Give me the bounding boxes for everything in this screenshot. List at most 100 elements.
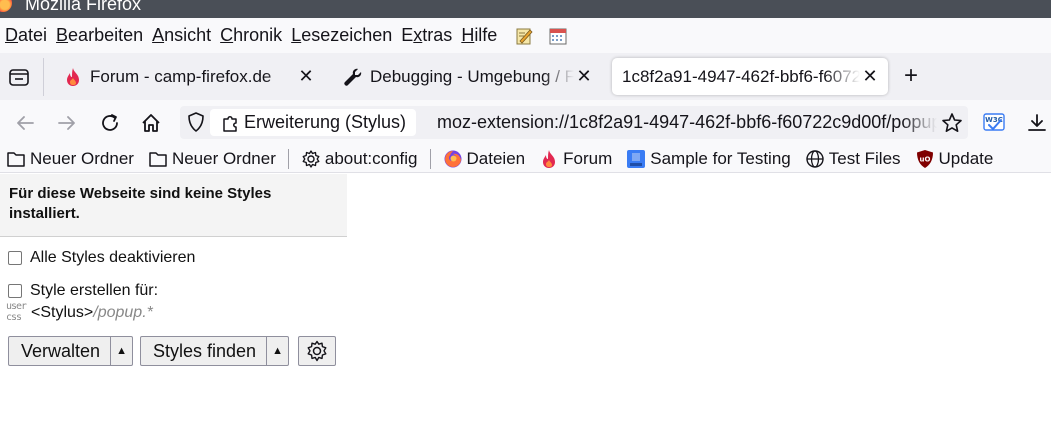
menu-accel: H <box>461 25 475 45</box>
menu-accel: C <box>220 25 234 45</box>
menu-bar: Datei Bearbeiten Ansicht Chronik Lesezei… <box>0 18 1051 53</box>
menu-bearbeiten[interactable]: Bearbeiten <box>56 25 143 46</box>
target-site: <Stylus> <box>31 304 94 321</box>
reload-icon <box>102 114 118 131</box>
shield-icon[interactable] <box>185 111 207 133</box>
bookmark-about-config[interactable]: about:config <box>301 149 418 169</box>
bookmark-sample-for-testing[interactable]: Sample for Testing <box>626 148 791 169</box>
firefox-logo-icon <box>0 0 12 12</box>
new-tab-button[interactable]: + <box>899 64 923 89</box>
tab-stylus-popup[interactable]: 1c8f2a91-4947-462f-bbf6-f60722c9d00 ✕ <box>612 58 888 95</box>
bookmark-label: Neuer Ordner <box>30 148 134 168</box>
bookmark-update[interactable]: uO Update <box>915 148 994 169</box>
menu-hilfe[interactable]: Hilfe <box>461 25 497 46</box>
calendar-icon[interactable] <box>547 25 569 47</box>
bookmark-label: Sample for Testing <box>650 148 791 168</box>
menu-label: tras <box>422 25 453 45</box>
bookmarks-bar: Neuer Ordner Neuer Ordner about:config D… <box>0 145 1051 173</box>
folder-icon <box>6 149 26 169</box>
menu-label: nsicht <box>164 25 212 45</box>
home-button[interactable] <box>139 111 163 135</box>
manage-menu-arrow-icon[interactable]: ▲ <box>110 337 132 365</box>
menu-label: hronik <box>233 25 283 45</box>
download-icon <box>1028 114 1046 131</box>
disable-all-checkbox[interactable] <box>8 251 22 265</box>
menu-label: E <box>401 25 414 45</box>
bookmark-label: Test Files <box>828 148 901 168</box>
tab-forum[interactable]: Forum - camp-firefox.de ✕ <box>54 58 324 95</box>
globe-icon <box>805 149 825 169</box>
menu-accel: L <box>291 25 302 45</box>
close-icon[interactable]: ✕ <box>860 66 880 87</box>
create-style-checkbox[interactable] <box>8 284 22 298</box>
window-title: Mozilla Firefox <box>25 0 142 14</box>
tab-label: Forum - camp-firefox.de <box>90 66 272 86</box>
bookmark-dateien[interactable]: Dateien <box>443 148 526 169</box>
identity-box[interactable]: Erweiterung (Stylus) <box>210 109 417 136</box>
menu-lesezeichen[interactable]: Lesezeichen <box>291 25 392 46</box>
menu-extras[interactable]: Extras <box>401 25 452 46</box>
no-styles-message: Für diese Webseite sind keine Styles ins… <box>0 174 347 237</box>
arrow-left-icon <box>17 116 34 130</box>
w3c-validator-button[interactable]: W3C <box>982 111 1006 135</box>
menu-label: esezeichen <box>301 25 393 45</box>
notepad-icon[interactable] <box>513 25 535 47</box>
identity-label: Erweiterung (Stylus) <box>244 112 407 132</box>
tab-separator <box>43 58 44 96</box>
w3c-icon: W3C <box>983 113 1005 131</box>
disable-all-label: Alle Styles deaktivieren <box>30 249 196 266</box>
bookmark-label: Forum <box>563 148 613 168</box>
menu-label: ilfe <box>474 25 498 45</box>
manage-button[interactable]: Verwalten <box>9 341 110 362</box>
ublock-icon: uO <box>915 149 935 169</box>
tab-list-icon[interactable] <box>6 66 32 88</box>
bookmark-neuer-ordner-2[interactable]: Neuer Ordner <box>148 149 276 169</box>
url-text[interactable]: moz-extension://1c8f2a91-4947-462f-bbf6-… <box>437 112 937 133</box>
style-target[interactable]: <Stylus>/popup.* <box>31 304 153 322</box>
disable-all-styles-option[interactable]: Alle Styles deaktivieren <box>8 249 195 267</box>
bookmark-label: about:config <box>324 148 418 168</box>
menu-accel: D <box>5 25 18 45</box>
menu-ansicht[interactable]: Ansicht <box>152 25 211 46</box>
window-titlebar: Mozilla Firefox <box>0 0 1051 18</box>
reload-button[interactable] <box>98 111 122 135</box>
document-icon <box>626 149 646 169</box>
options-button[interactable] <box>298 336 336 366</box>
flame-icon <box>62 66 84 88</box>
tab-label: Debugging - Umgebung / Firefox <box>370 66 574 86</box>
wrench-icon <box>342 66 364 88</box>
puzzle-icon <box>223 115 237 132</box>
firefox-icon <box>443 149 463 169</box>
forward-button[interactable] <box>55 111 79 135</box>
close-icon[interactable]: ✕ <box>296 66 316 87</box>
home-icon <box>142 114 160 132</box>
find-styles-button[interactable]: Styles finden <box>141 341 266 362</box>
bookmark-label: Dateien <box>466 148 526 168</box>
bookmark-label: Update <box>938 148 994 168</box>
downloads-button[interactable] <box>1025 111 1049 135</box>
menu-datei[interactable]: Datei <box>5 25 47 46</box>
menu-chronik[interactable]: Chronik <box>220 25 282 46</box>
tab-label: 1c8f2a91-4947-462f-bbf6-f60722c9d00 <box>622 66 860 86</box>
bookmark-separator <box>287 148 289 169</box>
bookmark-separator <box>429 148 431 169</box>
menu-label: earbeiten <box>68 25 144 45</box>
bookmark-forum[interactable]: Forum <box>539 149 612 169</box>
bookmark-test-files[interactable]: Test Files <box>805 149 901 169</box>
create-style-option[interactable]: Style erstellen für: <box>8 282 158 300</box>
url-bar[interactable]: Erweiterung (Stylus) moz-extension://1c8… <box>180 106 968 139</box>
bookmark-neuer-ordner-1[interactable]: Neuer Ordner <box>6 149 134 169</box>
menu-accel: B <box>56 25 69 45</box>
bookmark-star-icon[interactable] <box>940 111 964 135</box>
tab-bar: Forum - camp-firefox.de ✕ Debugging - Um… <box>0 53 1051 100</box>
target-path: /popup.* <box>93 304 153 321</box>
svg-text:uO: uO <box>919 155 930 163</box>
create-style-label: Style erstellen für: <box>30 282 159 299</box>
close-icon[interactable]: ✕ <box>574 66 594 87</box>
navigation-bar: Erweiterung (Stylus) moz-extension://1c8… <box>0 100 1051 145</box>
find-styles-menu-arrow-icon[interactable]: ▲ <box>266 337 288 365</box>
stylus-popup: Für diese Webseite sind keine Styles ins… <box>0 174 1051 444</box>
back-button[interactable] <box>13 111 37 135</box>
tab-debugging[interactable]: Debugging - Umgebung / Firefox ✕ <box>334 58 602 95</box>
find-styles-button-group: Styles finden ▲ <box>140 336 290 366</box>
